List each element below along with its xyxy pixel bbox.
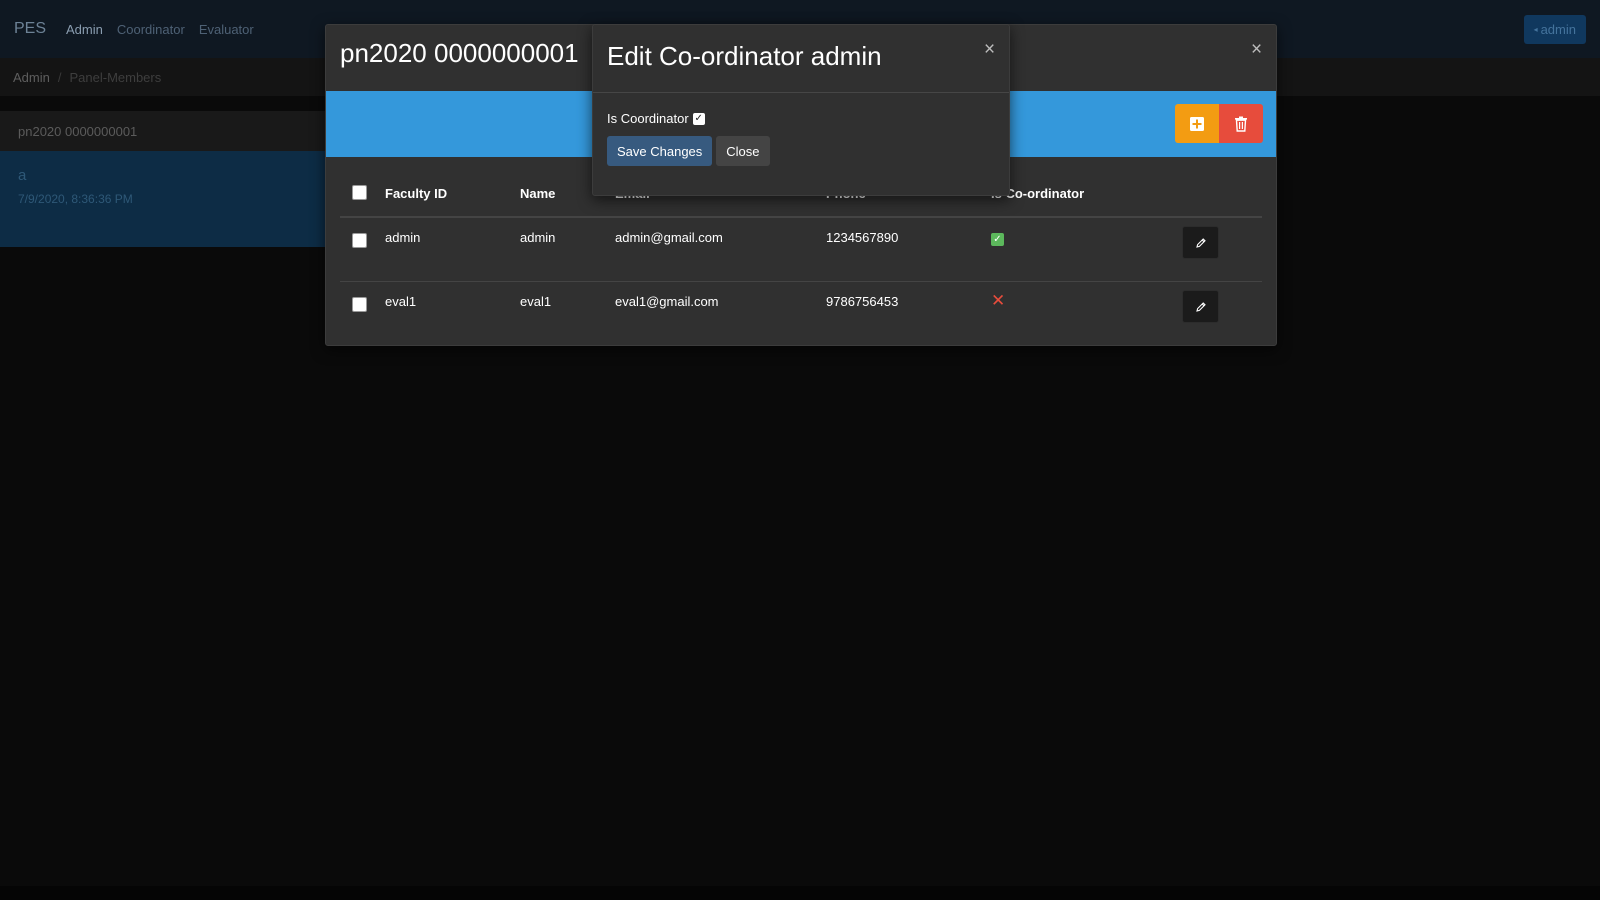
delete-member-button[interactable] [1219, 104, 1263, 143]
user-menu-label: admin [1540, 22, 1576, 37]
check-icon: ✓ [991, 233, 1004, 246]
panel-list-card: pn2020 0000000001 a 7/9/2020, 8:36:36 PM [0, 111, 330, 247]
cell-name: eval1 [520, 294, 552, 309]
is-coordinator-label: Is Coordinator [607, 111, 689, 126]
column-header-faculty-id: Faculty ID [385, 171, 520, 218]
cell-name: admin [520, 217, 615, 282]
is-coordinator-checkbox[interactable]: ✓ [692, 112, 705, 125]
pencil-icon [1195, 237, 1206, 248]
table-row: admin admin admin@gmail.com 1234567890 ✓ [340, 217, 1262, 282]
panel-list-item[interactable]: a 7/9/2020, 8:36:36 PM [0, 151, 330, 247]
members-table: Faculty ID Name Email Phone Is Co-ordina… [340, 171, 1262, 345]
save-changes-button[interactable]: Save Changes [607, 136, 713, 166]
cell-phone: 9786756453 [826, 294, 899, 309]
close-button[interactable]: Close [716, 136, 770, 166]
add-member-button[interactable] [1175, 104, 1219, 143]
edit-modal-title: Edit Co-ordinator admin [607, 41, 882, 71]
edit-row-button[interactable] [1182, 226, 1219, 259]
cell-email: admin@gmail.com [615, 217, 826, 282]
row-checkbox[interactable] [352, 233, 367, 248]
user-menu-button[interactable]: ◂ admin [1523, 15, 1586, 44]
cell-email: eval1@gmail.com [615, 294, 719, 309]
edit-coordinator-modal: Edit Co-ordinator admin × Is Coordinator… [592, 24, 1010, 196]
bottom-strip [0, 886, 1600, 900]
panel-list-header[interactable]: pn2020 0000000001 [0, 111, 330, 151]
cell-faculty-id: eval1 [385, 294, 417, 309]
brand-logo[interactable]: PES [14, 20, 46, 38]
cell-phone: 1234567890 [826, 217, 991, 282]
close-icon[interactable]: × [1251, 40, 1262, 59]
column-header-is-coordinator: Is Co-ordinator [991, 171, 1176, 218]
breadcrumb-admin[interactable]: Admin [13, 70, 50, 85]
trash-icon [1235, 116, 1247, 132]
close-icon[interactable]: × [984, 40, 995, 59]
nav-link-coordinator[interactable]: Coordinator [117, 22, 185, 37]
nav-link-evaluator[interactable]: Evaluator [199, 22, 254, 37]
edit-modal-header: Edit Co-ordinator admin × [593, 25, 1009, 93]
modal-title: pn2020 0000000001 [340, 38, 579, 68]
nav-link-admin[interactable]: Admin [66, 22, 103, 37]
caret-left-icon: ◂ [1533, 25, 1538, 34]
row-checkbox[interactable] [352, 297, 367, 312]
edit-row-button[interactable] [1182, 290, 1219, 323]
panel-item-date: 7/9/2020, 8:36:36 PM [18, 192, 133, 206]
table-row: eval1 eval1 eval1@gmail.com 9786756453 ✕ [340, 282, 1262, 346]
select-all-checkbox[interactable] [352, 184, 367, 200]
pencil-icon [1195, 301, 1206, 312]
cross-icon: ✕ [991, 291, 1006, 310]
cell-faculty-id: admin [385, 217, 520, 282]
breadcrumb-panel-members: Panel-Members [69, 69, 162, 85]
is-coordinator-field: Is Coordinator ✓ [607, 111, 995, 126]
panel-item-title: a [18, 167, 27, 184]
breadcrumb-separator: / [57, 69, 62, 85]
plus-square-icon [1190, 116, 1204, 131]
